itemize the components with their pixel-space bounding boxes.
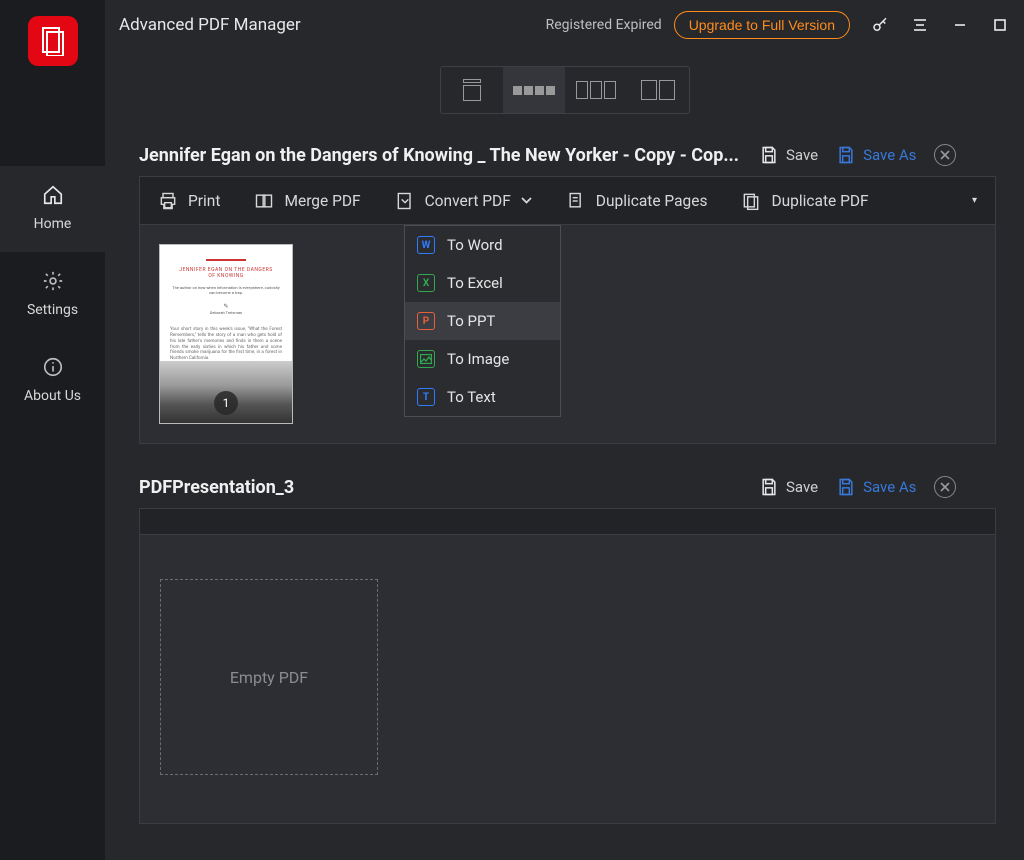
save-as-button[interactable]: Save As [836,145,916,165]
empty-pdf-placeholder[interactable]: Empty PDF [160,579,378,775]
save-button[interactable]: Save [759,477,818,497]
duplicate-pages-icon [566,191,586,211]
sidebar-item-label: About Us [24,388,81,404]
sidebar-item-home[interactable]: Home [0,166,105,252]
convert-to-ppt[interactable]: P To PPT [405,302,560,340]
save-as-icon [836,477,856,497]
duplicate-pages-button[interactable]: Duplicate Pages [566,191,708,211]
save-icon [759,477,779,497]
convert-to-text[interactable]: T To Text [405,378,560,416]
menu-icon[interactable] [910,15,930,35]
save-button[interactable]: Save [759,145,818,165]
close-icon [940,482,950,492]
text-icon: T [417,388,435,406]
close-document-button[interactable] [934,476,956,498]
print-icon [158,191,178,211]
convert-icon [395,191,415,211]
document-title: Jennifer Egan on the Dangers of Knowing … [139,145,759,166]
convert-to-excel[interactable]: X To Excel [405,264,560,302]
duplicate-pdf-icon [741,191,761,211]
document-toolbar: Print Merge PDF Convert PDF Duplicate Pa… [139,176,996,224]
gear-icon [42,270,64,292]
upgrade-button[interactable]: Upgrade to Full Version [674,11,850,39]
document-toolbar-collapsed [139,508,996,534]
document-body: Empty PDF [139,534,996,824]
maximize-button[interactable] [990,15,1010,35]
word-icon: W [417,236,435,254]
home-icon [42,184,64,206]
convert-to-word[interactable]: W To Word [405,226,560,264]
view-mode-toolbar [105,66,1024,114]
image-icon [417,350,435,368]
ppt-icon: P [417,312,435,330]
convert-pdf-button[interactable]: Convert PDF [395,191,532,211]
view-double-button[interactable] [627,67,689,113]
convert-dropdown: W To Word X To Excel P To PPT To Image [404,225,561,417]
document-body: JENNIFER EGAN ON THE DANGERSOF KNOWING T… [139,224,996,444]
info-icon [42,356,64,378]
excel-icon: X [417,274,435,292]
page-thumbnail[interactable]: JENNIFER EGAN ON THE DANGERSOF KNOWING T… [160,245,292,423]
view-thumbnails-button[interactable] [503,67,565,113]
registration-status: Registered Expired [546,17,662,33]
close-document-button[interactable] [934,144,956,166]
print-button[interactable]: Print [158,191,220,211]
view-single-button[interactable] [441,67,503,113]
merge-icon [254,191,274,211]
view-triple-button[interactable] [565,67,627,113]
page-number-badge: 1 [214,391,238,415]
document-title: PDFPresentation_3 [139,477,759,498]
save-as-button[interactable]: Save As [836,477,916,497]
merge-pdf-button[interactable]: Merge PDF [254,191,360,211]
sidebar-item-label: Settings [27,302,78,318]
save-as-icon [836,145,856,165]
sidebar: Home Settings About Us [0,0,105,860]
chevron-down-icon [521,197,532,204]
document-section: Jennifer Egan on the Dangers of Knowing … [105,144,1024,470]
sidebar-item-label: Home [34,216,72,232]
duplicate-pdf-button[interactable]: Duplicate PDF [741,191,868,211]
toolbar-overflow-button[interactable]: ▾ [972,195,977,206]
sidebar-item-settings[interactable]: Settings [0,252,105,338]
close-icon [940,150,950,160]
minimize-button[interactable] [950,15,970,35]
save-icon [759,145,779,165]
logo-icon [40,26,66,56]
main-area: Advanced PDF Manager Registered Expired … [105,0,1024,860]
document-section: PDFPresentation_3 Save Save As Empty PDF [105,476,1024,850]
convert-to-image[interactable]: To Image [405,340,560,378]
titlebar: Advanced PDF Manager Registered Expired … [105,0,1024,40]
sidebar-item-about[interactable]: About Us [0,338,105,424]
app-logo [28,16,78,66]
app-title: Advanced PDF Manager [119,15,301,35]
key-icon[interactable] [870,15,890,35]
